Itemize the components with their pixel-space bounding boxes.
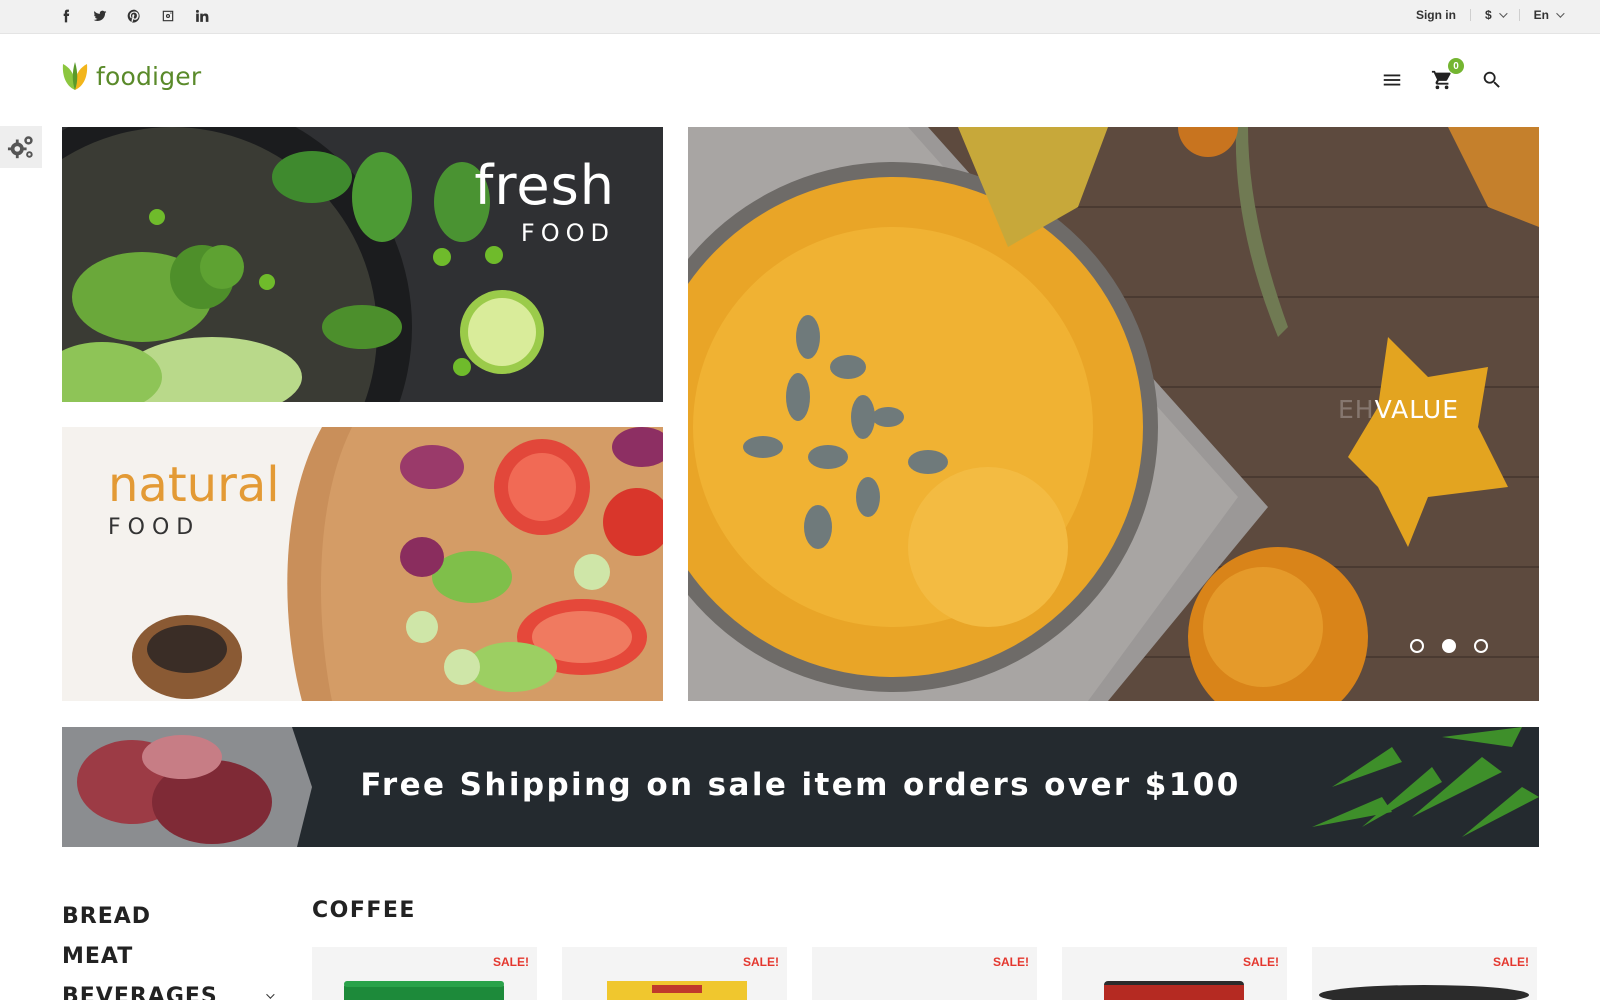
category-item-beverages[interactable]: BEVERAGES [62, 976, 275, 1000]
cart-button[interactable]: 0 [1430, 58, 1464, 92]
sale-badge: SALE! [1243, 955, 1279, 969]
product-card[interactable]: SALE! [1062, 947, 1287, 1000]
product-card[interactable]: SALE! [812, 947, 1037, 1000]
natural-title: natural [108, 457, 280, 513]
logo-text: foodiger [96, 61, 202, 91]
product-image [607, 981, 747, 1000]
currency-label: $ [1484, 8, 1492, 22]
slider-caption: EHVALUE [1338, 395, 1459, 424]
fresh-heading: fresh FOOD [474, 154, 615, 248]
leaf-logo-icon [62, 62, 88, 90]
category-list: BREAD MEAT BEVERAGES [62, 896, 275, 1000]
header-actions: 0 [1380, 58, 1504, 92]
sale-badge: SALE! [493, 955, 529, 969]
divider [1469, 9, 1471, 21]
divider [1518, 9, 1520, 21]
search-icon[interactable] [1480, 68, 1504, 92]
hero-slider[interactable]: EHVALUE [688, 127, 1539, 701]
menu-icon[interactable] [1380, 68, 1404, 92]
language-selector[interactable]: En [1533, 8, 1565, 22]
slider-dot-3[interactable] [1474, 639, 1488, 653]
sale-badge: SALE! [1493, 955, 1529, 969]
natural-heading: natural FOOD [108, 461, 280, 540]
linkedin-icon[interactable] [194, 7, 210, 25]
natural-subtitle: FOOD [108, 515, 201, 540]
facebook-icon[interactable] [58, 7, 74, 25]
sign-in-link[interactable]: Sign in [1416, 8, 1456, 22]
category-label: BEVERAGES [62, 983, 218, 1000]
category-label: BREAD [62, 903, 152, 929]
social-links [58, 7, 210, 25]
currency-selector[interactable]: $ [1484, 8, 1508, 22]
product-image [1104, 981, 1244, 1000]
free-shipping-banner[interactable]: Free Shipping on sale item orders over $… [62, 727, 1539, 847]
twitter-icon[interactable] [92, 7, 108, 25]
fresh-subtitle: FOOD [520, 219, 615, 247]
language-label: En [1533, 8, 1549, 22]
slider-pagination [1410, 639, 1488, 653]
product-card[interactable]: SALE! [1312, 947, 1537, 1000]
gears-icon [7, 136, 33, 159]
product-image [1319, 985, 1529, 1000]
fresh-title: fresh [474, 154, 615, 217]
cart-count-badge: 0 [1448, 58, 1464, 74]
slider-dot-2[interactable] [1442, 639, 1456, 653]
sale-badge: SALE! [743, 955, 779, 969]
site-header: foodiger 0 [0, 34, 1600, 126]
banner-natural-food[interactable]: natural FOOD [62, 427, 663, 701]
top-bar: Sign in $ En [0, 0, 1600, 34]
logo[interactable]: foodiger [60, 60, 201, 92]
product-image [344, 981, 504, 1000]
section-title: COFFEE [312, 898, 416, 923]
product-card[interactable]: SALE! [312, 947, 537, 1000]
chevron-down-icon[interactable] [266, 990, 275, 999]
category-item-bread[interactable]: BREAD [62, 896, 272, 936]
category-label: MEAT [62, 943, 134, 969]
slider-dot-1[interactable] [1410, 639, 1424, 653]
shipping-message: Free Shipping on sale item orders over $… [360, 767, 1241, 803]
banner-fresh-food[interactable]: fresh FOOD [62, 127, 663, 402]
theme-settings-toggle[interactable] [0, 126, 42, 168]
product-card[interactable]: SALE! [562, 947, 787, 1000]
slider-caption-faded: EH [1338, 395, 1375, 424]
slider-caption-text: VALUE [1374, 395, 1459, 424]
account-controls: Sign in $ En [1416, 8, 1565, 22]
category-item-meat[interactable]: MEAT [62, 936, 272, 976]
sale-badge: SALE! [993, 955, 1029, 969]
cart-icon [1431, 70, 1451, 90]
instagram-icon[interactable] [160, 7, 176, 25]
chevron-down-icon [1498, 9, 1508, 18]
pinterest-icon[interactable] [126, 7, 142, 25]
product-grid: SALE! SALE! SALE! SALE! SALE! [312, 947, 1537, 1000]
chevron-down-icon [1556, 9, 1565, 18]
